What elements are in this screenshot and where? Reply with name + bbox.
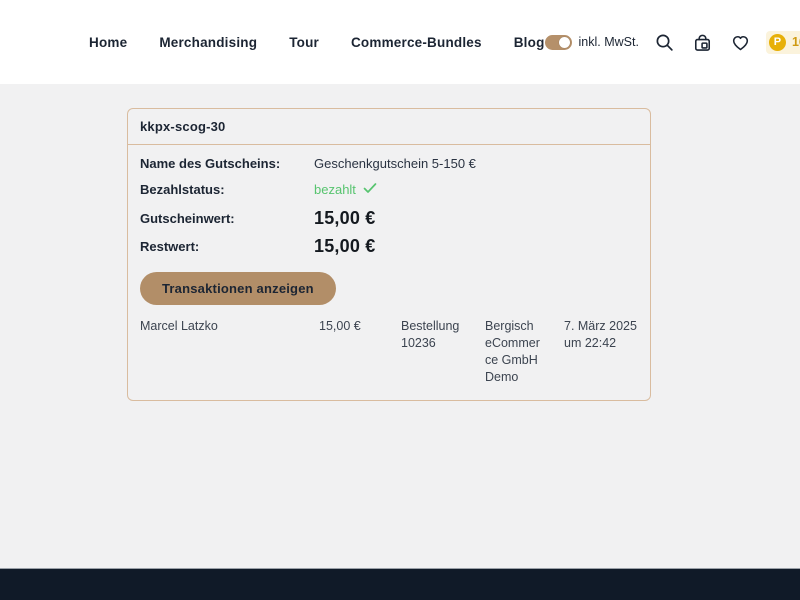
nav-item-commerce-bundles[interactable]: Commerce-Bundles [351, 35, 482, 50]
points-value: 1660 [792, 35, 800, 49]
transaction-amount: 15,00 € [319, 318, 401, 386]
transaction-customer: Marcel Latzko [140, 318, 319, 386]
page-content: kkpx-scog-30 Name des Gutscheins: Gesche… [0, 84, 800, 568]
wishlist-button[interactable] [728, 32, 753, 53]
transaction-company: Bergisch eCommerce GmbH Demo [485, 318, 543, 386]
transaction-date: 7. März 2025 um 22:42 [564, 318, 640, 386]
voucher-card: kkpx-scog-30 Name des Gutscheins: Gesche… [127, 108, 651, 401]
voucher-value-label: Gutscheinwert: [140, 211, 314, 226]
show-transactions-button[interactable]: Transaktionen anzeigen [140, 272, 336, 305]
voucher-card-body: Name des Gutscheins: Geschenkgutschein 5… [128, 145, 650, 400]
nav-item-merchandising[interactable]: Merchandising [159, 35, 257, 50]
nav-item-home[interactable]: Home [89, 35, 127, 50]
page-footer [0, 568, 800, 600]
search-icon [654, 32, 675, 53]
loyalty-points-dropdown[interactable]: P 1660 [766, 31, 800, 54]
vat-toggle[interactable]: inkl. MwSt. [545, 35, 639, 50]
voucher-value-amount: 15,00 € [314, 208, 375, 229]
nav-item-blog[interactable]: Blog [514, 35, 545, 50]
voucher-code: kkpx-scog-30 [128, 109, 650, 145]
check-icon [362, 180, 378, 199]
nav-item-tour[interactable]: Tour [289, 35, 319, 50]
payment-status-text: bezahlt [314, 182, 356, 197]
remaining-value-label: Restwert: [140, 239, 314, 254]
toggle-knob [559, 37, 570, 48]
shopping-bag-icon [692, 32, 713, 53]
cart-button[interactable] [690, 32, 715, 53]
remaining-value-row: Restwert: 15,00 € [140, 236, 638, 257]
transaction-order: Bestellung 10236 [401, 318, 463, 386]
voucher-name-value: Geschenkgutschein 5-150 € [314, 156, 476, 171]
toggle-on-icon[interactable] [545, 35, 572, 50]
vat-toggle-label: inkl. MwSt. [579, 35, 639, 49]
transaction-row: Marcel Latzko 15,00 € Bestellung 10236 B… [140, 318, 638, 386]
payment-status-row: Bezahlstatus: bezahlt [140, 180, 638, 199]
header-actions: inkl. MwSt. [545, 31, 800, 54]
main-nav: Home Merchandising Tour Commerce-Bundles… [89, 35, 545, 50]
voucher-name-row: Name des Gutscheins: Geschenkgutschein 5… [140, 156, 638, 171]
points-icon: P [769, 34, 786, 51]
search-button[interactable] [652, 32, 677, 53]
heart-icon [730, 32, 751, 53]
payment-status-value: bezahlt [314, 180, 378, 199]
voucher-value-row: Gutscheinwert: 15,00 € [140, 208, 638, 229]
remaining-value-amount: 15,00 € [314, 236, 375, 257]
voucher-name-label: Name des Gutscheins: [140, 156, 314, 171]
top-navigation-bar: Home Merchandising Tour Commerce-Bundles… [0, 0, 800, 84]
payment-status-label: Bezahlstatus: [140, 182, 314, 197]
